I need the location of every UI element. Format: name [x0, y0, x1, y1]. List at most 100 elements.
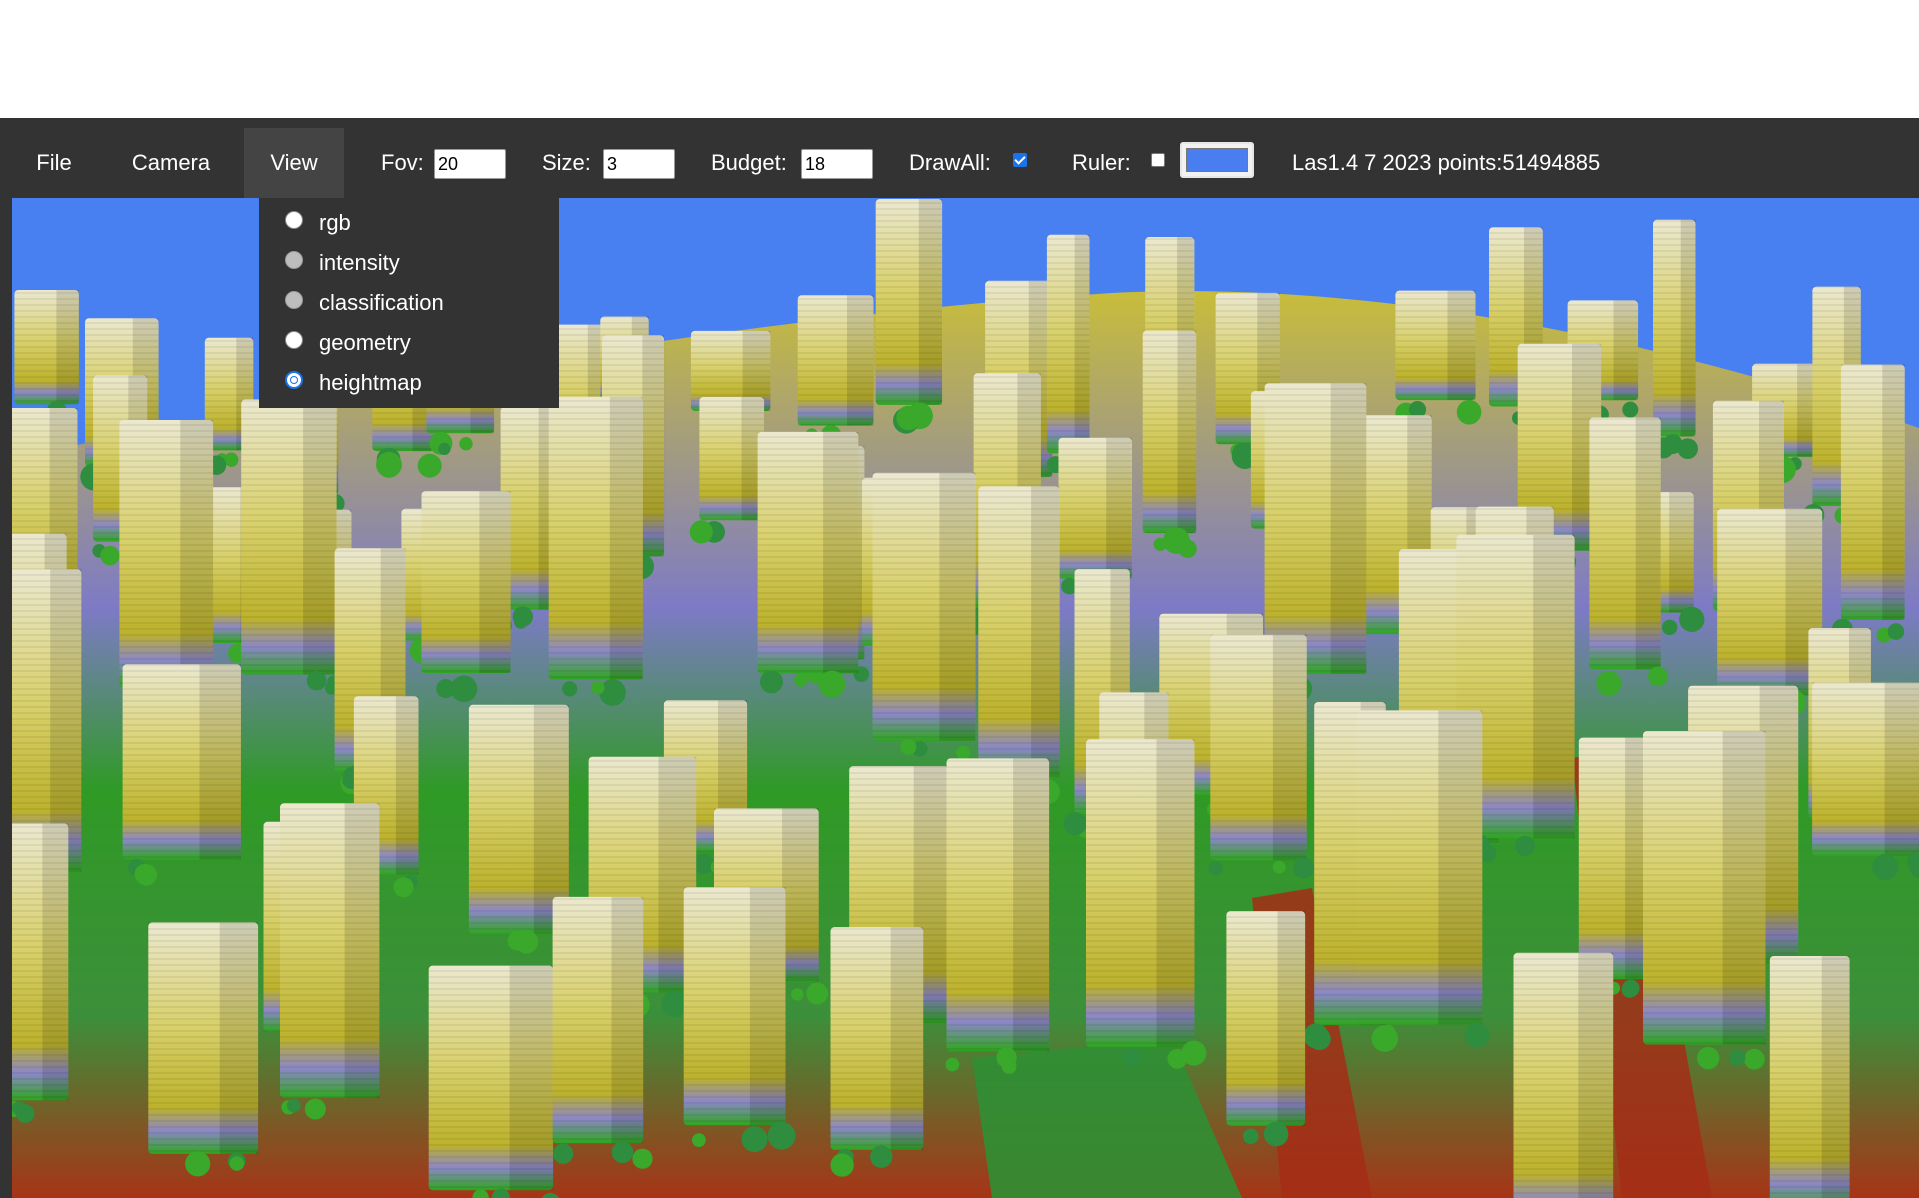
tree — [818, 670, 846, 698]
tree — [562, 681, 578, 697]
building-shade — [1635, 417, 1661, 670]
budget-input[interactable] — [801, 149, 873, 179]
tree — [1679, 606, 1705, 632]
tree — [590, 680, 605, 695]
building-shade — [219, 922, 259, 1154]
building-shade — [642, 335, 665, 557]
size-label: Size: — [542, 150, 591, 175]
tree — [692, 1133, 706, 1147]
view-option-geometry-label: geometry — [319, 330, 411, 355]
view-mode-dropdown: rgb intensity classification geometry he… — [259, 198, 559, 408]
tree — [870, 1145, 893, 1168]
building-shade — [1277, 911, 1305, 1126]
menu-view-label: View — [270, 150, 318, 175]
tree — [900, 738, 917, 755]
tree — [1596, 670, 1622, 696]
building-shade — [1013, 758, 1049, 1052]
size-input[interactable] — [603, 149, 675, 179]
building-shade — [1578, 952, 1614, 1198]
building-shade — [1330, 383, 1367, 674]
view-option-heightmap-label: heightmap — [319, 370, 422, 395]
view-option-rgb-label: rgb — [319, 210, 351, 235]
tree — [599, 679, 626, 706]
tree — [693, 853, 714, 875]
tree — [632, 1148, 653, 1169]
tree — [100, 546, 120, 566]
ruler-checkbox[interactable] — [1151, 153, 1165, 167]
tree — [1872, 854, 1899, 880]
tree — [507, 931, 527, 951]
building-shade — [1613, 300, 1639, 401]
drawall-label: DrawAll: — [909, 150, 991, 175]
view-option-intensity-label: intensity — [319, 250, 400, 275]
view-option-classification-label: classification — [319, 290, 444, 315]
tree — [450, 675, 478, 703]
radio-heightmap[interactable] — [285, 371, 303, 389]
building-shade — [1438, 710, 1483, 1025]
tree — [393, 877, 414, 898]
tree — [1122, 1048, 1141, 1067]
tree — [1515, 835, 1536, 856]
drawall-checkbox[interactable] — [1013, 153, 1027, 167]
ruler-color-picker[interactable] — [1180, 142, 1254, 178]
tree — [1063, 812, 1087, 836]
tree — [459, 437, 473, 451]
menu-camera-label: Camera — [131, 150, 211, 175]
menu-file-label: File — [36, 150, 72, 175]
tree — [1242, 1128, 1259, 1145]
radio-geometry[interactable] — [285, 331, 303, 349]
tree — [1621, 981, 1638, 998]
tree — [1653, 673, 1666, 687]
building-shade — [509, 965, 554, 1191]
building-shade — [56, 290, 79, 405]
building-shade — [199, 664, 241, 860]
tree — [304, 1098, 326, 1120]
tree — [229, 1156, 245, 1171]
tree — [12, 1101, 26, 1116]
tree — [286, 1098, 301, 1113]
tree — [1662, 619, 1678, 635]
tree — [689, 520, 713, 544]
building-shade — [939, 472, 976, 741]
radio-rgb[interactable] — [285, 211, 303, 229]
building-shade — [1156, 739, 1195, 1047]
building-shade — [1272, 634, 1307, 861]
building-shade — [611, 896, 644, 1144]
tree — [760, 670, 783, 694]
building-shade — [42, 823, 69, 1101]
fov-input[interactable] — [434, 149, 506, 179]
tree — [611, 1141, 634, 1164]
menu-file[interactable]: File — [18, 128, 90, 198]
tree — [830, 1153, 854, 1177]
tree — [1456, 399, 1482, 425]
building-shade — [1533, 534, 1575, 839]
tree — [1382, 1024, 1396, 1038]
radio-intensity[interactable] — [285, 251, 303, 269]
building-shade — [1074, 234, 1090, 454]
tree — [376, 451, 402, 478]
tree — [767, 1121, 796, 1150]
radio-classification[interactable] — [285, 291, 303, 309]
building-shade — [1722, 731, 1766, 1045]
tree — [438, 442, 451, 455]
tree — [1743, 1048, 1765, 1070]
tree — [1272, 860, 1286, 874]
menu-camera[interactable]: Camera — [112, 128, 230, 198]
tree — [945, 1057, 960, 1072]
tree — [1697, 1046, 1720, 1070]
tree — [552, 1143, 574, 1164]
building-shade — [782, 808, 819, 981]
tree — [741, 1126, 768, 1153]
building-shade — [303, 399, 337, 675]
building-shade — [1177, 330, 1197, 534]
tree — [417, 453, 442, 478]
building-shade — [749, 887, 786, 1126]
tree — [1308, 1027, 1331, 1051]
building-shade — [609, 396, 643, 680]
tree — [1208, 861, 1224, 876]
building-shade — [479, 491, 511, 673]
point-cloud-status: Las1.4 7 2023 points:51494885 — [1292, 150, 1601, 175]
tree — [794, 673, 808, 687]
menu-view[interactable]: View — [244, 128, 344, 198]
building-shade — [1031, 486, 1060, 777]
